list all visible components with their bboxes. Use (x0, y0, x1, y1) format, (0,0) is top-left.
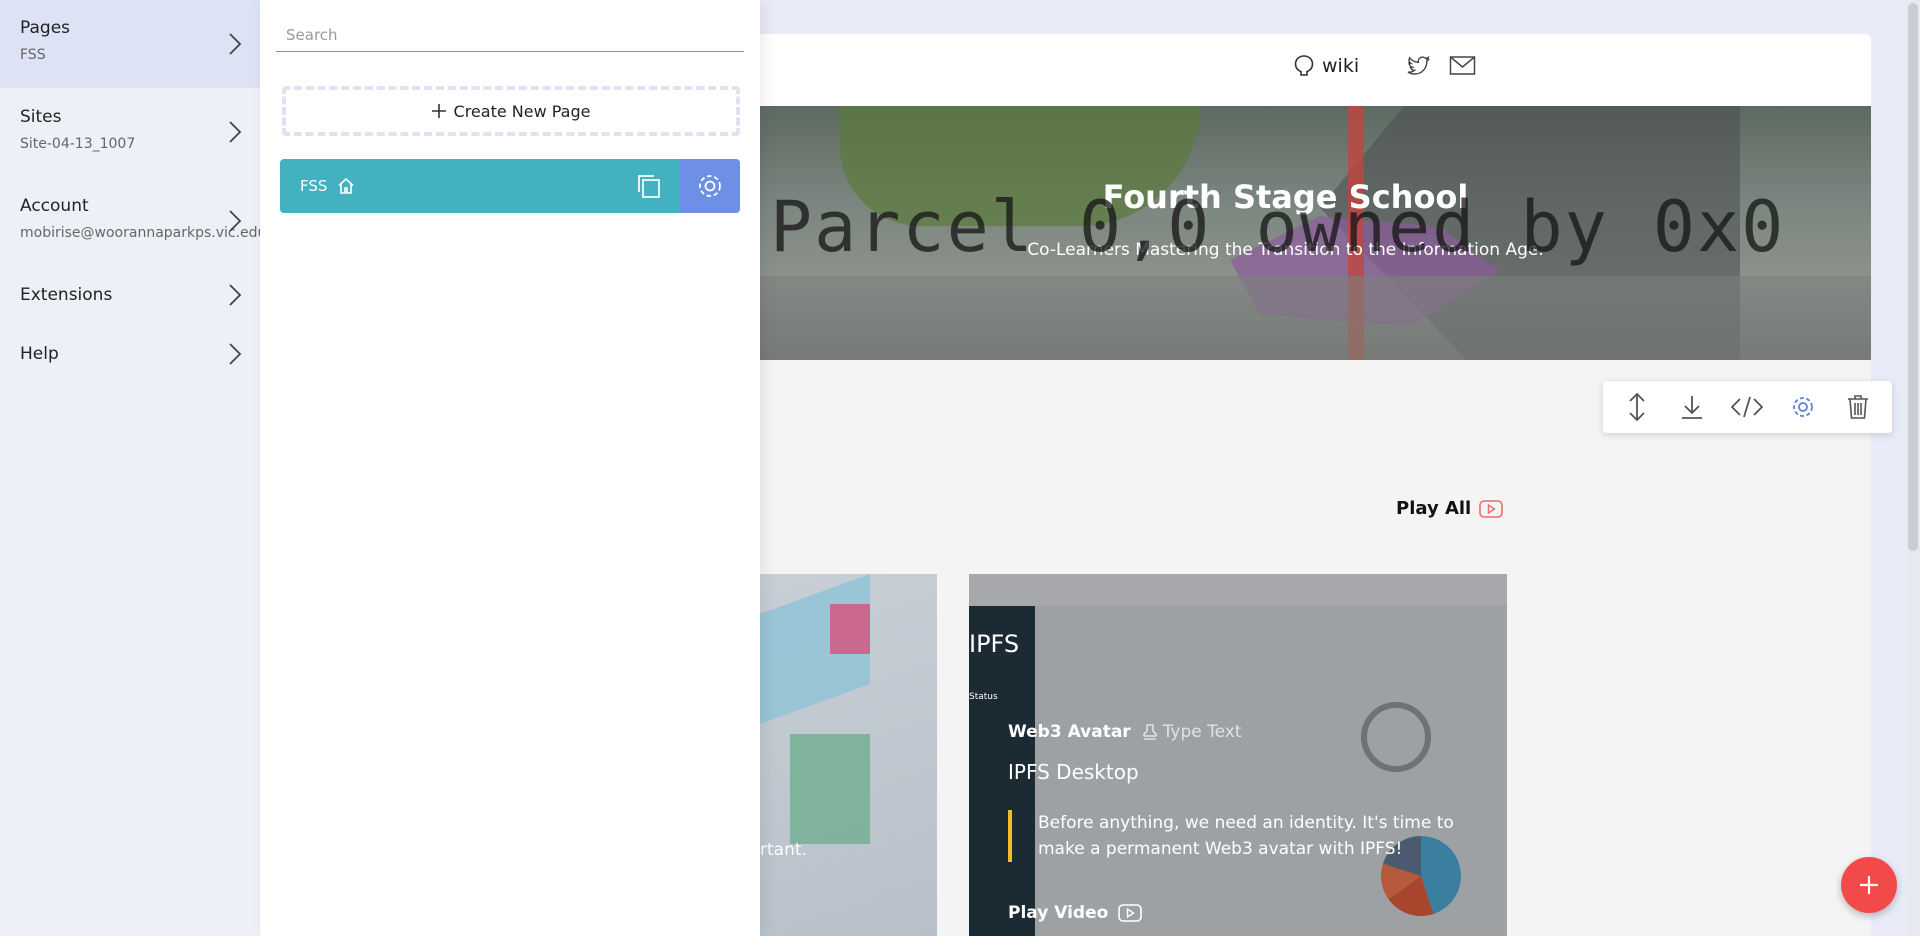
duplicate-page-button[interactable] (618, 159, 680, 213)
youtube-icon (1479, 499, 1504, 518)
sidebar-item-sub: FSS (20, 47, 46, 63)
twitter-icon[interactable] (1407, 55, 1431, 77)
type-text-placeholder[interactable]: Type Text (1143, 722, 1242, 742)
code-icon (1731, 396, 1764, 418)
wiki-link[interactable]: wiki (1294, 55, 1359, 77)
sidebar-item-help[interactable]: Help (0, 337, 260, 371)
add-block-button[interactable] (1841, 857, 1897, 913)
gear-icon (699, 175, 721, 197)
play-all-link[interactable]: Play All (1396, 498, 1504, 519)
trash-icon (1848, 395, 1869, 419)
block-settings-button[interactable] (1783, 387, 1823, 427)
copy-icon (638, 175, 660, 198)
sidebar-item-label: Account (20, 196, 89, 216)
page-settings-button[interactable] (680, 159, 740, 213)
sidebar-item-label: Help (20, 344, 59, 364)
github-icon (1294, 55, 1314, 76)
chevron-right-icon (229, 33, 242, 55)
block-toolbar (1603, 381, 1892, 433)
save-block-button[interactable] (1672, 387, 1712, 427)
video-card-title[interactable]: Web3 Avatar (1008, 722, 1131, 742)
card-left-cube-shape-3 (830, 604, 870, 654)
sidebar-item-label: Pages (20, 18, 71, 38)
card-left-cube-shape-2 (790, 734, 870, 844)
video-card-right[interactable] (969, 574, 1507, 936)
create-new-page-label: Create New Page (453, 101, 591, 121)
sidebar-item-pages[interactable]: Pages FSS (0, 0, 260, 88)
edit-code-button[interactable] (1727, 387, 1767, 427)
sidebar-item-sites[interactable]: Sites Site-04-13_1007 (0, 100, 260, 170)
wiki-label: wiki (1322, 55, 1360, 77)
page-item-fss: FSS (280, 159, 740, 213)
home-icon (338, 177, 354, 194)
chevron-right-icon (229, 210, 242, 232)
chevron-right-icon (229, 284, 242, 306)
plus-icon (431, 104, 446, 118)
move-block-button[interactable] (1617, 387, 1657, 427)
youtube-icon (1118, 904, 1143, 922)
search-input[interactable] (276, 18, 744, 52)
create-new-page-button[interactable]: Create New Page (282, 86, 740, 136)
move-icon (1629, 392, 1645, 422)
video-card-title-row: Web3 Avatar Type Text (1008, 722, 1242, 742)
delete-block-button[interactable] (1838, 387, 1878, 427)
sidebar-item-extensions[interactable]: Extensions (0, 278, 260, 312)
screenshot-brand: IPFS (969, 630, 1020, 658)
page-scrollbar[interactable] (1906, 0, 1920, 936)
type-text-label: Type Text (1162, 722, 1242, 742)
mail-icon[interactable] (1449, 55, 1477, 77)
screenshot-browser-bar (969, 574, 1507, 606)
video-card-subtitle[interactable]: IPFS Desktop (1008, 760, 1139, 784)
video-card-quote[interactable]: Before anything, we need an identity. It… (1008, 810, 1468, 862)
page-item-name: FSS (300, 177, 328, 195)
gear-icon (1792, 397, 1813, 417)
play-all-label: Play All (1396, 498, 1472, 519)
chevron-right-icon (229, 121, 242, 143)
pages-panel (260, 0, 760, 936)
download-icon (1682, 396, 1703, 419)
app-sidebar: Pages FSS Sites Site-04-13_1007 Account … (0, 0, 271, 936)
screenshot-gauge-shape (1361, 702, 1431, 772)
play-video-label: Play Video (1008, 903, 1109, 923)
hero-overlay-text: Parcel 0,0 owned by 0x0 (770, 186, 1786, 268)
card-left-text: rtant. (760, 840, 807, 860)
screenshot-status: Status (969, 692, 998, 702)
navbar-links: wiki (1294, 55, 1477, 77)
stamp-icon (1143, 724, 1157, 740)
play-video-link[interactable]: Play Video (1008, 903, 1143, 923)
chevron-right-icon (229, 343, 242, 365)
sidebar-item-label: Extensions (20, 285, 113, 305)
sidebar-item-account[interactable]: Account mobirise@woorannaparkps.vic.edu. (0, 189, 271, 259)
sidebar-item-label: Sites (20, 107, 62, 127)
site-navbar (700, 34, 1871, 106)
plus-icon (1860, 876, 1878, 894)
scrollbar-thumb[interactable] (1908, 3, 1918, 551)
sidebar-item-sub: Site-04-13_1007 (20, 136, 136, 152)
hero-ground-shape (700, 276, 1871, 360)
page-item-open[interactable]: FSS (280, 159, 618, 213)
